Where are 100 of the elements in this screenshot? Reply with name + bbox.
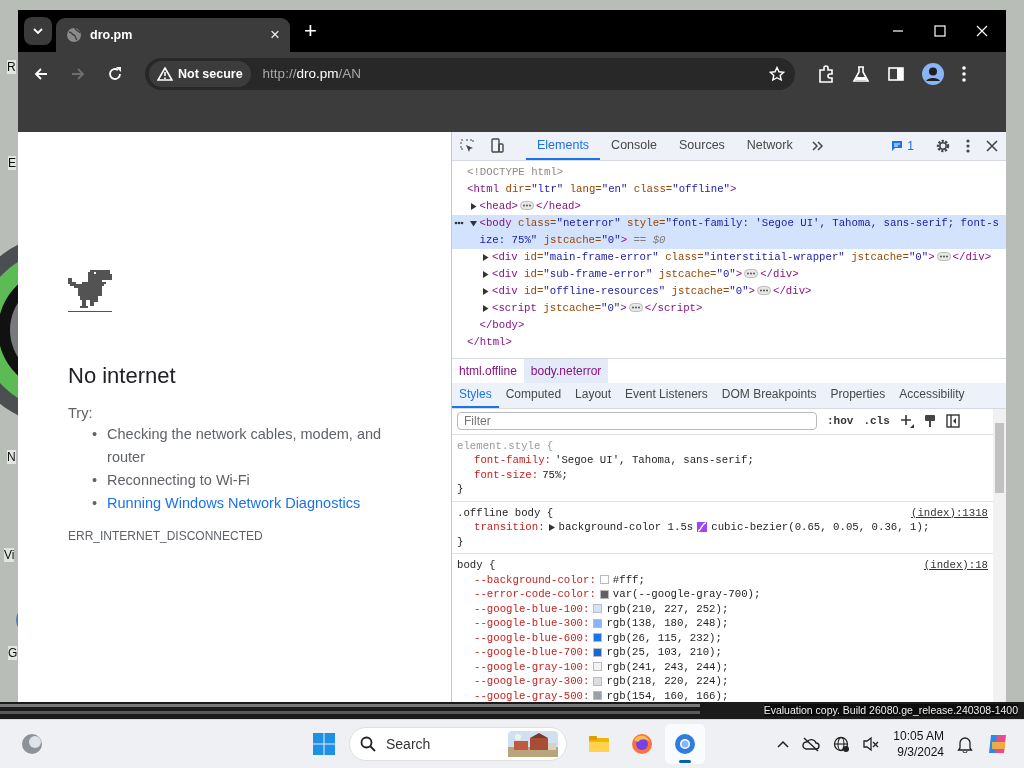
dom-node[interactable]: <html dir="ltr" lang="en" class="offline"> [452,180,1006,198]
diagnostics-link[interactable]: Running Windows Network Diagnostics [107,491,361,515]
closing-tag: </div> [773,284,812,297]
flask-icon[interactable] [852,64,870,83]
issues-icon [891,139,904,152]
cloud-off-icon[interactable] [802,736,821,752]
dom-node[interactable]: <div id="offline-resources" jstcache="0"> </div> [452,282,1006,300]
reload-icon[interactable] [107,65,123,82]
inspect-icon[interactable] [459,137,475,154]
widgets-icon[interactable] [20,732,44,756]
close-icon[interactable] [985,138,999,153]
filter-field[interactable]: Filter [457,412,817,431]
close-tab-button[interactable]: × [270,24,280,45]
ellipsis-icon[interactable] [936,252,951,262]
styles-tab[interactable]: Styles [452,382,499,408]
expand-arrow-icon[interactable] [482,304,489,312]
sidebar-toggle-icon[interactable] [945,414,960,429]
property-value: cubic-bezier(0.65, 0.05, 0.36, 1); [711,520,930,535]
expand-arrow-icon[interactable] [482,253,489,261]
dom-node[interactable]: <div id="sub-frame-error" jstcache="0"> </div> [452,265,1006,283]
breadcrumb[interactable]: body.neterror [523,358,609,383]
browser-tab[interactable]: dro.pm × [56,17,290,52]
ellipsis-icon[interactable] [628,303,643,313]
color-swatch[interactable] [593,691,603,701]
kebab-menu-icon[interactable] [961,64,967,83]
expand-arrow-icon[interactable] [482,287,489,295]
chevron-up-icon[interactable] [777,740,790,748]
property-name: font-size: [474,467,539,483]
new-tab-button[interactable]: + [304,17,317,44]
property-name: --google-gray-500: [474,688,590,702]
star-icon[interactable] [769,65,785,82]
dom-node[interactable]: <body class="neterror" style="font-family: 'Segoe UI', Tahoma, sans-serif; font-size: 75%" jstcache="0"> == $0 [452,214,1006,249]
maximize-icon[interactable] [934,24,946,37]
cls-toggle[interactable]: .cls [863,415,890,428]
color-swatch[interactable] [593,647,603,657]
clock[interactable]: 10:05 AM 9/3/2024 [893,728,944,760]
styles-tab[interactable]: Accessibility [892,382,972,408]
more-icon[interactable] [454,220,464,225]
property-value: rgb(154, 160, 166); [606,688,729,702]
ellipsis-icon[interactable] [520,201,534,211]
hov-toggle[interactable]: :hov [827,415,854,428]
devtools-tab[interactable]: Console [600,131,668,160]
scrollbar[interactable] [993,408,1006,702]
speaker-muted-icon[interactable] [863,736,881,752]
styles-tab[interactable]: Computed [498,382,569,408]
color-swatch[interactable] [593,618,603,628]
device-icon[interactable] [489,137,505,154]
color-swatch[interactable] [593,604,603,614]
styles-tab[interactable]: Properties [823,382,893,408]
color-swatch[interactable] [599,589,609,599]
property-value: rgb(25, 103, 210); [606,645,722,660]
more-tabs-icon[interactable] [810,139,825,152]
security-chip[interactable]: Not secure [149,60,251,87]
ellipsis-icon[interactable] [744,269,759,279]
styles-tab[interactable]: DOM Breakpoints [714,382,824,408]
settings-icon[interactable] [935,137,951,154]
property-value: rgb(218, 220, 224); [606,674,729,689]
expand-arrow-icon[interactable] [482,270,489,278]
source-link[interactable]: (index):18 [923,558,988,573]
color-swatch[interactable] [593,662,603,672]
breadcrumb[interactable]: html.offline [452,358,524,383]
styles-tab[interactable]: Event Listeners [618,382,715,408]
color-swatch[interactable] [599,575,609,585]
expand-arrow-icon[interactable] [548,523,555,531]
issues-button[interactable]: 1 [891,138,914,153]
dom-node[interactable]: <head> </head> [452,197,1006,215]
search-box[interactable]: Search [349,727,567,761]
easing-icon[interactable] [697,522,708,533]
start-icon[interactable] [313,733,335,755]
puzzle-icon[interactable] [817,64,835,83]
plus-icon[interactable] [899,414,914,429]
avatar-icon[interactable] [922,62,944,85]
devtools-tab[interactable]: Network [735,131,804,160]
back-icon[interactable] [33,65,49,82]
devtools-tab[interactable]: Elements [526,131,601,160]
taskbar-app[interactable] [665,724,705,764]
address-bar[interactable]: Not secure http://dro.pm/AN [145,57,795,90]
globe-icon[interactable] [833,735,851,753]
property-name: font-family: [474,453,551,468]
color-swatch[interactable] [593,633,603,643]
devtools-tab[interactable]: Sources [668,131,736,160]
expand-arrow-icon[interactable] [469,202,477,210]
color-swatch[interactable] [593,676,603,686]
sidebar-icon[interactable] [887,64,905,83]
time-text: 10:05 AM [893,728,944,744]
tab-search-button[interactable] [24,16,52,45]
dom-node[interactable]: <div id="main-frame-error" class="interstitial-wrapper" jstcache="0"> </div> [452,248,1006,266]
property-value: background-color 1.5s [558,520,694,535]
source-link[interactable]: (index):1318 [911,505,988,521]
paint-icon[interactable] [923,414,936,429]
warning-icon [157,66,173,81]
kebab-menu-icon[interactable] [965,137,971,154]
expand-arrow-icon[interactable] [469,219,477,227]
closing-brace: } [457,482,465,497]
styles-tab[interactable]: Layout [568,382,619,408]
error-code: ERR_INTERNET_DISCONNECTED [68,528,264,543]
ellipsis-icon[interactable] [757,286,771,296]
dom-node[interactable]: <script jstcache="0"> </script> [452,299,1006,317]
dom-node[interactable]: <!DOCTYPE html> [452,163,1006,181]
bell-icon[interactable] [957,735,973,753]
